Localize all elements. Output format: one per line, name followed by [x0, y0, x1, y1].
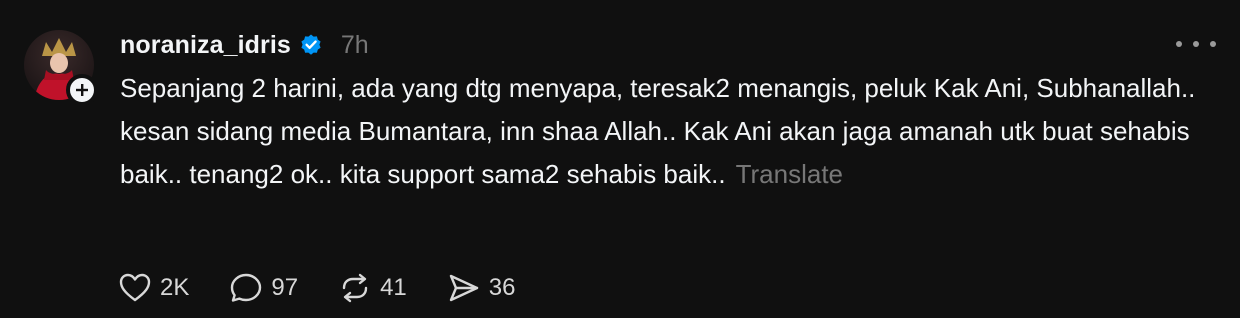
repost-icon	[342, 273, 368, 303]
more-dot	[1176, 41, 1182, 47]
more-dot	[1210, 41, 1216, 47]
reply-count: 97	[271, 274, 299, 301]
follow-button[interactable]	[66, 74, 98, 106]
thread-post: noraniza_idris 7h Sepanjang 2 harini, ad…	[0, 0, 1240, 318]
share-button[interactable]: 36	[447, 272, 516, 304]
post-text: Sepanjang 2 harini, ada yang dtg menyapa…	[120, 67, 1200, 196]
heart-icon	[119, 273, 151, 302]
like-button[interactable]: 2K	[118, 272, 189, 304]
reply-button[interactable]: 97	[229, 272, 298, 304]
more-dot	[1193, 41, 1199, 47]
plus-icon	[76, 84, 88, 96]
verified-badge-icon	[299, 33, 323, 57]
username[interactable]: noraniza_idris	[120, 31, 291, 60]
comment-icon	[231, 273, 262, 302]
post-actions: 2K 97 41 36	[118, 268, 555, 308]
avatar-container	[24, 30, 98, 106]
post-header: noraniza_idris 7h	[120, 28, 369, 62]
post-body: Sepanjang 2 harini, ada yang dtg menyapa…	[120, 73, 1196, 189]
post-timestamp: 7h	[340, 30, 369, 59]
share-count: 36	[488, 274, 516, 301]
more-options-icon[interactable]	[1176, 32, 1216, 56]
translate-link[interactable]: Translate	[736, 159, 843, 189]
repost-button[interactable]: 41	[338, 272, 407, 304]
like-count: 2K	[160, 274, 190, 301]
share-icon	[449, 274, 478, 302]
repost-count: 41	[380, 274, 407, 301]
